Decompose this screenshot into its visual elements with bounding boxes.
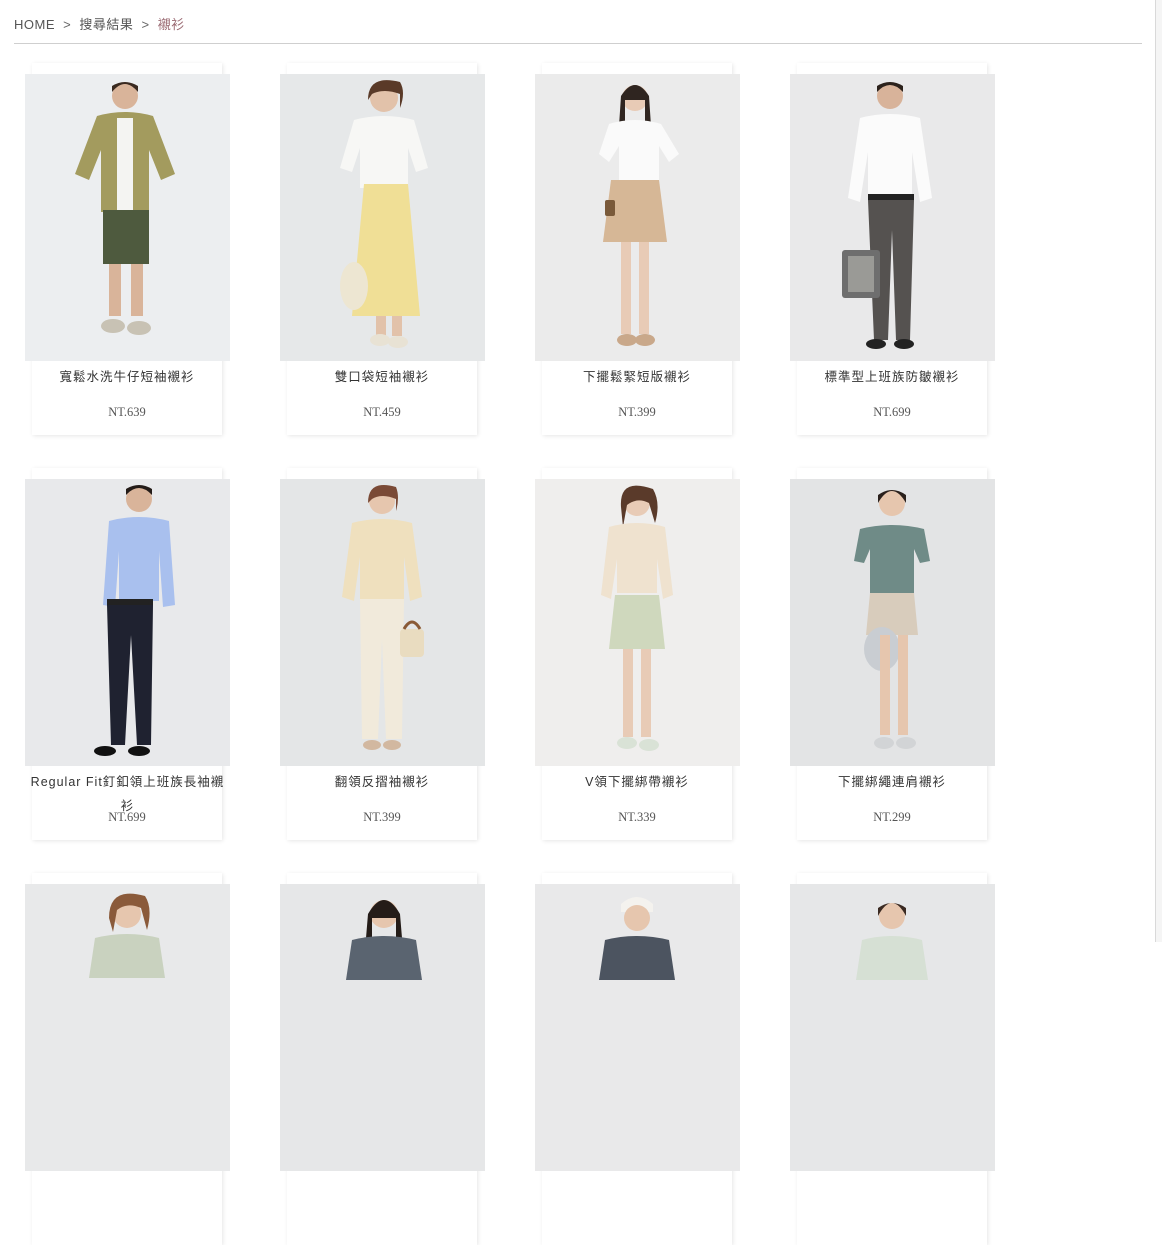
product-price: NT.299 [873,810,911,824]
model-figure [280,884,485,1171]
product-card[interactable]: 寬鬆水洗牛仔短袖襯衫 NT.639 [25,63,230,435]
product-card[interactable] [25,873,230,1245]
model-figure [790,884,995,1171]
model-figure [25,74,230,361]
product-grid: 寬鬆水洗牛仔短袖襯衫 NT.639 雙口袋短袖襯衫 NT.459 下擺鬆緊短版襯… [0,0,1162,1245]
model-figure [280,479,485,766]
product-photo[interactable] [25,884,230,1171]
model-figure [25,479,230,766]
model-figure [280,74,485,361]
model-figure [535,479,740,766]
product-card[interactable] [280,873,485,1245]
product-photo[interactable] [280,479,485,766]
product-name[interactable]: 雙口袋短袖襯衫 [287,365,477,389]
product-name[interactable]: 標準型上班族防皺襯衫 [797,365,987,389]
product-price: NT.459 [363,405,401,419]
product-photo[interactable] [535,74,740,361]
product-photo[interactable] [280,74,485,361]
model-figure [790,479,995,766]
product-name[interactable]: 翻領反摺袖襯衫 [287,770,477,794]
product-card[interactable] [790,873,995,1245]
product-price: NT.639 [108,405,146,419]
product-photo[interactable] [790,74,995,361]
product-price: NT.699 [108,810,146,824]
product-card[interactable] [535,873,740,1245]
product-photo[interactable] [535,479,740,766]
product-photo[interactable] [790,884,995,1171]
product-price: NT.399 [363,810,401,824]
product-card[interactable]: 下擺鬆緊短版襯衫 NT.399 [535,63,740,435]
model-figure [535,884,740,1171]
product-price: NT.399 [618,405,656,419]
product-card[interactable]: Regular Fit釘釦領上班族長袖襯衫 NT.699 [25,468,230,840]
product-name[interactable]: V領下擺綁帶襯衫 [542,770,732,794]
product-card[interactable]: 雙口袋短袖襯衫 NT.459 [280,63,485,435]
model-figure [25,884,230,1171]
product-card[interactable]: 標準型上班族防皺襯衫 NT.699 [790,63,995,435]
model-figure [535,74,740,361]
product-name[interactable]: 下擺綁繩連肩襯衫 [797,770,987,794]
product-card[interactable]: V領下擺綁帶襯衫 NT.339 [535,468,740,840]
product-price: NT.339 [618,810,656,824]
product-photo[interactable] [790,479,995,766]
product-card[interactable]: 翻領反摺袖襯衫 NT.399 [280,468,485,840]
product-name[interactable]: 寬鬆水洗牛仔短袖襯衫 [32,365,222,389]
product-photo[interactable] [25,74,230,361]
model-figure [790,74,995,361]
product-photo[interactable] [280,884,485,1171]
product-photo[interactable] [535,884,740,1171]
product-name[interactable]: 下擺鬆緊短版襯衫 [542,365,732,389]
product-photo[interactable] [25,479,230,766]
product-price: NT.699 [873,405,911,419]
product-card[interactable]: 下擺綁繩連肩襯衫 NT.299 [790,468,995,840]
